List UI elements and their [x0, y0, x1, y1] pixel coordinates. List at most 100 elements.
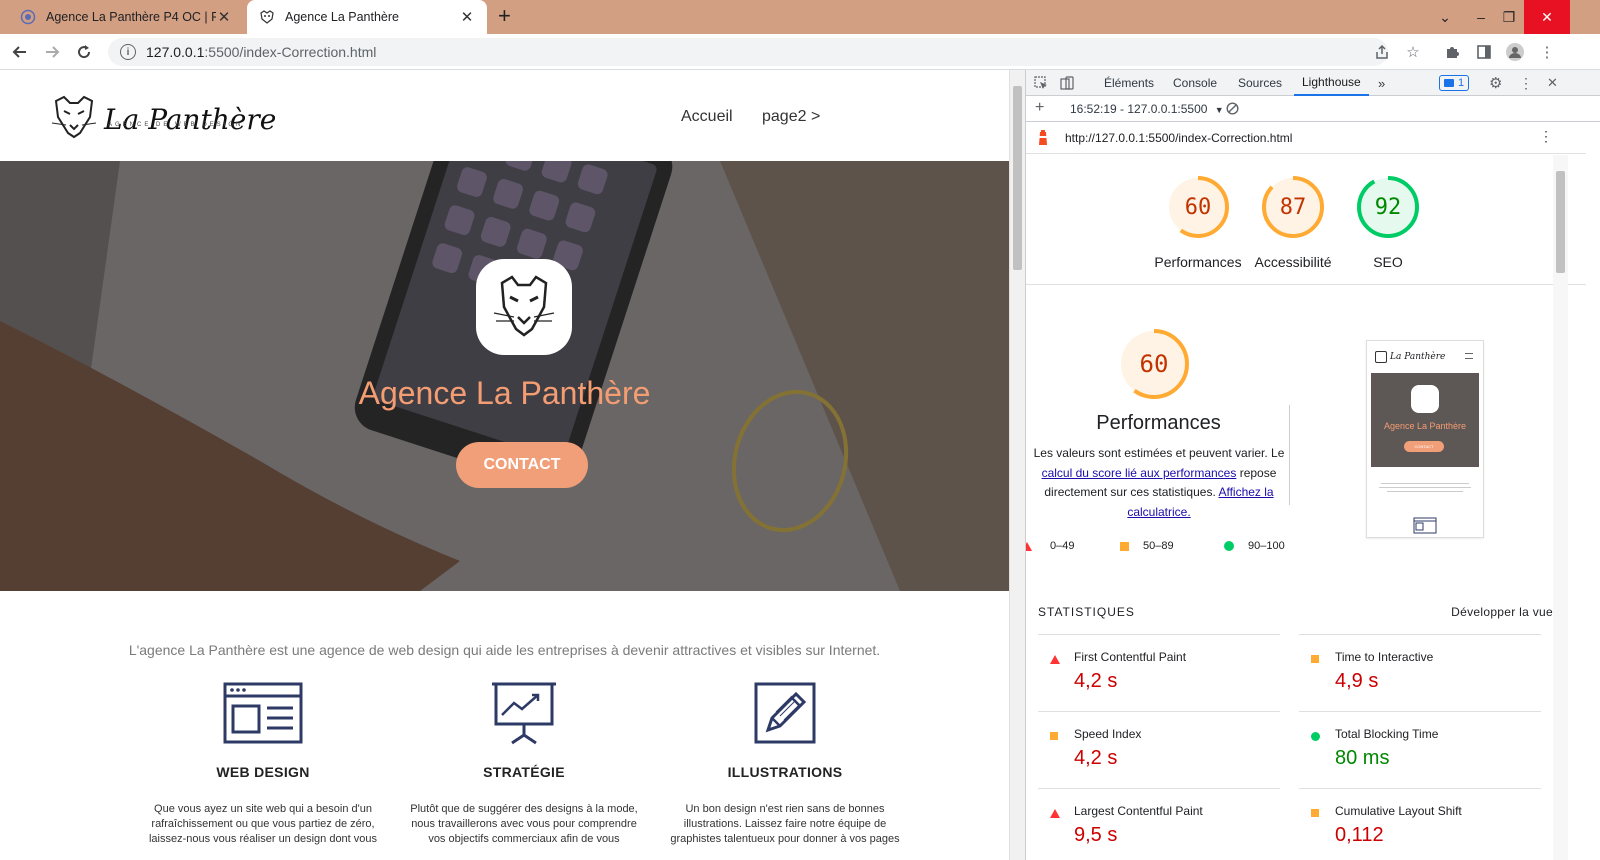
- bookmark-star-icon[interactable]: ☆: [1403, 42, 1423, 62]
- site-logo[interactable]: La Panthère: [50, 95, 276, 144]
- address-bar[interactable]: i 127.0.0.1:5500/index-Correction.html: [108, 38, 1388, 66]
- inspect-element-icon[interactable]: [1034, 70, 1052, 96]
- back-button[interactable]: [8, 40, 32, 64]
- url-path: :5500/index-Correction.html: [204, 44, 377, 60]
- service-web-design: WEB DESIGN Que vous ayez un site web qui…: [143, 680, 383, 847]
- more-tabs-icon[interactable]: »: [1378, 70, 1385, 96]
- report-select-value: 16:52:19 - 127.0.0.1:5500: [1070, 102, 1208, 116]
- chevron-down-icon[interactable]: ⌄: [1430, 0, 1460, 34]
- hero-banner: Agence La Panthère CONTACT: [0, 161, 1009, 591]
- nav-link-accueil[interactable]: Accueil: [681, 108, 733, 126]
- metric-value: 80 ms: [1335, 747, 1390, 769]
- reload-button[interactable]: [72, 40, 96, 64]
- scrollbar-thumb[interactable]: [1013, 86, 1022, 270]
- green-circle-icon: [1224, 541, 1234, 551]
- hero-panther-icon: [476, 259, 572, 355]
- perf-description: Les valeurs sont estimées et peuvent var…: [1028, 444, 1290, 522]
- devtools-panel: Éléments Console Sources Lighthouse » 1 …: [1025, 70, 1600, 860]
- tab-title: Agence La Panthère P4 OC | Pres: [46, 10, 216, 24]
- minimize-button[interactable]: –: [1466, 0, 1496, 34]
- perf-title: Performances: [1096, 412, 1221, 434]
- logo-subtitle: AGENCE DE WEB DESIGN: [108, 122, 244, 128]
- metric-name: Total Blocking Time: [1335, 727, 1439, 741]
- share-icon[interactable]: [1372, 42, 1392, 62]
- contact-button[interactable]: CONTACT: [456, 442, 588, 488]
- settings-gear-icon[interactable]: ⚙: [1489, 70, 1502, 96]
- service-illustrations: ILLUSTRATIONS Un bon design n'est rien s…: [665, 680, 905, 847]
- metric-value: 4,2 s: [1074, 670, 1118, 692]
- site-header: La Panthère AGENCE DE WEB DESIGN Accueil…: [0, 70, 1009, 161]
- issues-count: 1: [1458, 77, 1465, 89]
- nav-link-page2[interactable]: page2 >: [762, 108, 820, 126]
- devtools-scrollbar[interactable]: [1553, 155, 1568, 860]
- legend-average: 50–89: [1120, 540, 1174, 552]
- metric-value: 0,112: [1335, 824, 1384, 846]
- service-title: STRATÉGIE: [483, 764, 565, 780]
- metric-cls: Cumulative Layout Shift 0,112: [1299, 788, 1541, 860]
- final-screenshot-thumbnail[interactable]: La Panthère Agence La Panthère CONTACT: [1366, 340, 1484, 538]
- metric-speed-index: Speed Index 4,2 s: [1038, 711, 1280, 787]
- tab-strip: Agence La Panthère P4 OC | Pres ✕ Agence…: [0, 0, 1600, 34]
- clear-block-icon[interactable]: [1226, 102, 1239, 118]
- report-menu-icon[interactable]: ⋮: [1539, 128, 1553, 145]
- orange-square-icon: [1050, 732, 1058, 740]
- report-url[interactable]: http://127.0.0.1:5500/index-Correction.h…: [1065, 131, 1292, 145]
- info-icon[interactable]: i: [120, 44, 136, 60]
- forward-button[interactable]: [40, 40, 64, 64]
- metric-name: Speed Index: [1074, 727, 1142, 741]
- metric-lcp: Largest Contentful Paint 9,5 s: [1038, 788, 1280, 860]
- divider: [1026, 284, 1586, 285]
- new-report-plus-icon[interactable]: +: [1035, 99, 1044, 117]
- page-scrollbar[interactable]: [1009, 70, 1025, 860]
- profile-avatar[interactable]: [1505, 42, 1525, 62]
- side-panel-icon[interactable]: [1474, 42, 1494, 62]
- presentation-chart-icon: [404, 680, 644, 746]
- metric-name: Time to Interactive: [1335, 650, 1434, 664]
- report-select[interactable]: 16:52:19 - 127.0.0.1:5500 ▼: [1070, 102, 1224, 116]
- thumb-logo-text: La Panthère: [1390, 352, 1446, 362]
- tab-presentation[interactable]: Agence La Panthère P4 OC | Pres ✕: [8, 0, 244, 34]
- gauge-score: 87: [1279, 194, 1307, 220]
- tab-elements[interactable]: Éléments: [1104, 70, 1154, 96]
- legend-pass: 90–100: [1224, 540, 1285, 552]
- browser-toolbar: i 127.0.0.1:5500/index-Correction.html ☆…: [0, 34, 1600, 70]
- restore-button[interactable]: ❐: [1494, 0, 1524, 34]
- devtools-menu-icon[interactable]: ⋮: [1519, 70, 1533, 96]
- dropdown-arrow-icon: ▼: [1214, 105, 1224, 115]
- perf-desc-text-1: Les valeurs sont estimées et peuvent var…: [1033, 446, 1285, 460]
- scrollbar-thumb[interactable]: [1556, 171, 1565, 273]
- panther-icon: [259, 9, 275, 25]
- intro-text: L'agence La Panthère est une agence de w…: [128, 642, 881, 658]
- new-tab-button[interactable]: +: [498, 3, 511, 29]
- kebab-menu-icon[interactable]: ⋮: [1537, 42, 1557, 62]
- close-tab-icon[interactable]: ✕: [459, 8, 475, 26]
- red-triangle-icon: [1026, 541, 1032, 551]
- close-tab-icon[interactable]: ✕: [216, 8, 232, 26]
- legend-fail: 0–49: [1026, 540, 1074, 552]
- tab-lighthouse[interactable]: Lighthouse: [1294, 70, 1369, 96]
- tab-title: Agence La Panthère: [285, 10, 399, 24]
- gauge-accessibilite[interactable]: 87 Accessibilité: [1254, 172, 1332, 270]
- gauge-performances[interactable]: 60 Performances: [1154, 172, 1242, 270]
- gauge-seo[interactable]: 92 SEO: [1353, 172, 1423, 270]
- device-toolbar-icon[interactable]: [1060, 70, 1078, 96]
- thumb-web-design-icon: [1413, 517, 1437, 539]
- expand-view-toggle[interactable]: Développer la vue: [1451, 605, 1553, 619]
- thumb-header: La Panthère: [1375, 351, 1445, 363]
- lighthouse-toolbar: + 16:52:19 - 127.0.0.1:5500 ▼: [1026, 96, 1600, 122]
- pencil-icon: [665, 680, 905, 746]
- tab-agence[interactable]: Agence La Panthère ✕: [247, 0, 487, 34]
- extensions-icon[interactable]: [1442, 42, 1462, 62]
- score-calc-link[interactable]: calcul du score lié aux performances: [1042, 466, 1237, 480]
- tab-sources[interactable]: Sources: [1238, 70, 1282, 96]
- close-window-button[interactable]: ✕: [1524, 0, 1570, 34]
- gauge-label: SEO: [1373, 254, 1403, 270]
- url-host: 127.0.0.1: [146, 44, 205, 60]
- thumb-hero-icon: [1411, 385, 1439, 413]
- tab-console[interactable]: Console: [1173, 70, 1217, 96]
- close-devtools-icon[interactable]: ✕: [1547, 70, 1558, 96]
- orange-square-icon: [1120, 541, 1129, 551]
- metric-value: 4,2 s: [1074, 747, 1118, 769]
- metric-name: Cumulative Layout Shift: [1335, 804, 1462, 818]
- issues-badge[interactable]: 1: [1439, 70, 1470, 96]
